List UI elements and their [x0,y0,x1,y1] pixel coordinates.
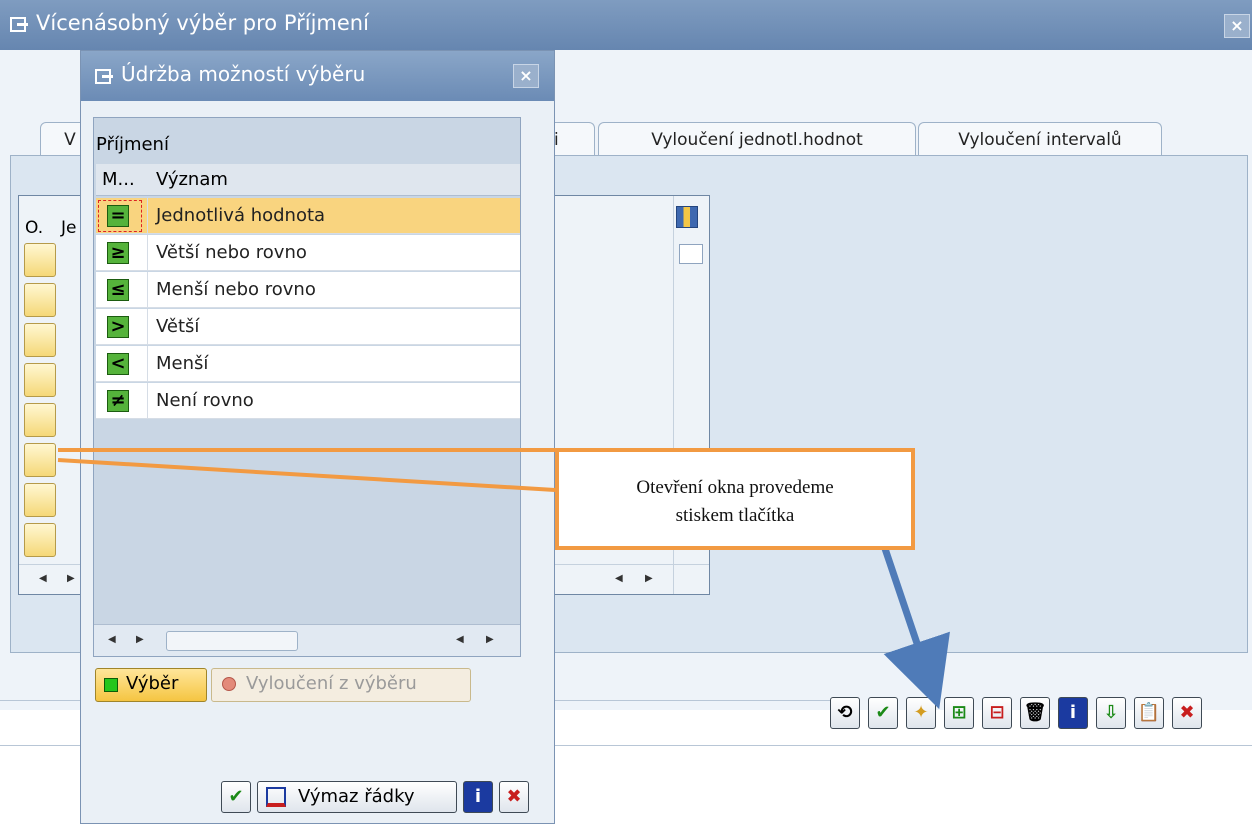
callout-line2: stiskem tlačítka [675,505,795,526]
annotation-lines [57,448,950,710]
callout-pointer [57,458,556,492]
callout-line1: Otevření okna provedeme [636,477,834,498]
annotation-callout: Otevření okna provedeme stiskem tlačítka [555,448,915,550]
